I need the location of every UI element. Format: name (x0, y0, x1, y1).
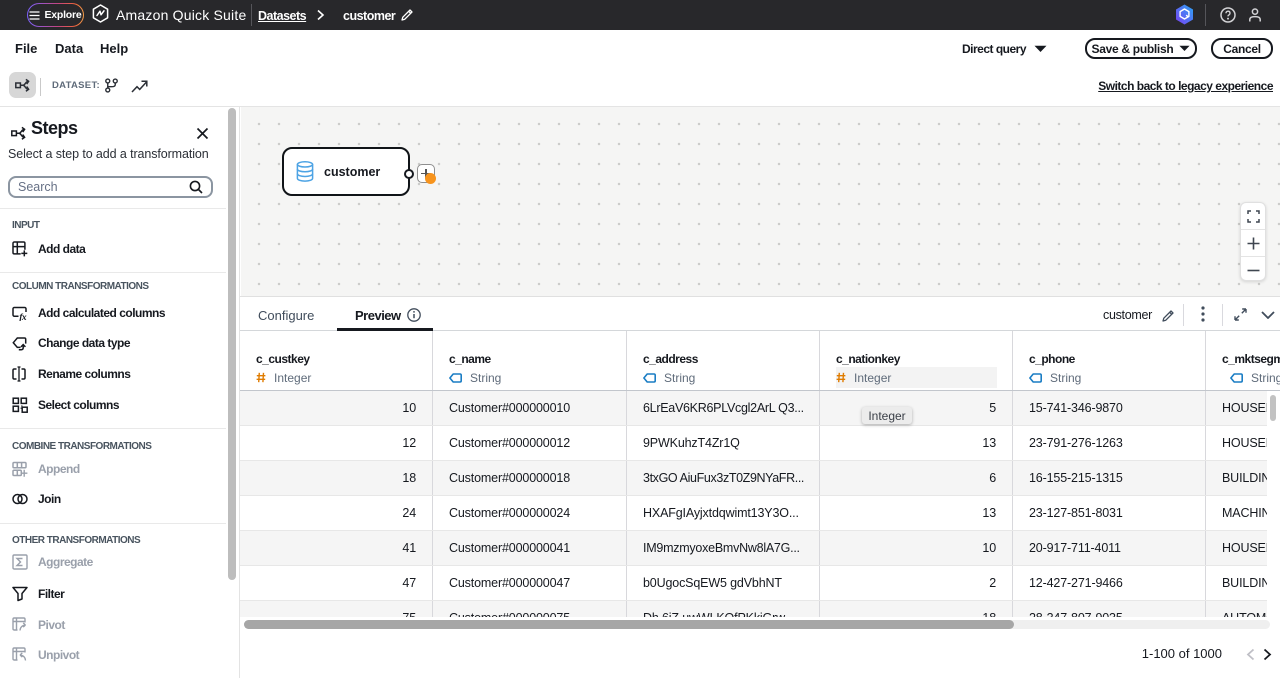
svg-text:fx: fx (19, 313, 27, 321)
